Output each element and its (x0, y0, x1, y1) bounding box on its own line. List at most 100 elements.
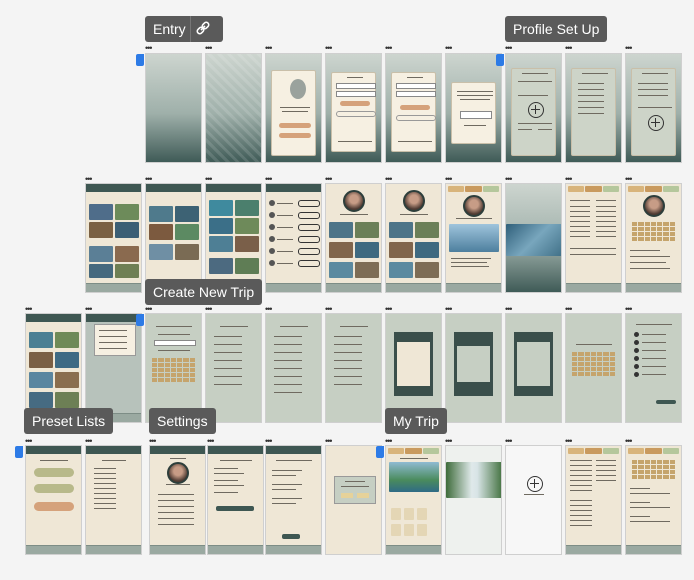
frame-trip-detail[interactable] (445, 183, 502, 293)
list-item[interactable] (570, 216, 590, 217)
more-dots-icon[interactable]: ••• (385, 44, 393, 53)
frame-explore[interactable] (25, 313, 82, 423)
frame-verify-code[interactable] (445, 53, 502, 163)
bottom-nav[interactable] (386, 545, 441, 554)
trip-thumbnail[interactable] (175, 206, 199, 222)
calendar-grid[interactable] (632, 222, 675, 241)
trip-tabs[interactable] (448, 186, 499, 192)
option-item[interactable] (274, 376, 302, 377)
option-item[interactable] (214, 344, 242, 345)
frame-publish-date[interactable] (565, 313, 622, 423)
list-item[interactable] (570, 500, 592, 501)
public-option[interactable] (518, 129, 532, 130)
list-item[interactable] (94, 468, 116, 469)
list-item[interactable] (570, 505, 592, 506)
follow-button[interactable] (298, 224, 320, 231)
more-dots-icon[interactable]: ••• (205, 305, 213, 314)
field-value[interactable] (272, 489, 296, 490)
list-item[interactable] (570, 475, 592, 476)
more-dots-icon[interactable]: ••• (565, 305, 573, 314)
preset-list-button[interactable] (34, 484, 74, 493)
option-item[interactable] (334, 384, 362, 385)
frame-home-feed[interactable] (85, 183, 142, 293)
list-item[interactable] (570, 525, 592, 526)
trip-thumbnail[interactable] (209, 258, 233, 274)
more-dots-icon[interactable]: ••• (25, 437, 33, 446)
settings-item[interactable] (158, 506, 194, 507)
option-item[interactable] (334, 336, 362, 337)
frame-preset-lists[interactable] (25, 445, 82, 555)
follow-button[interactable] (298, 200, 320, 207)
list-item[interactable] (94, 488, 116, 489)
frame-share-privacy[interactable] (625, 313, 682, 423)
list-item[interactable] (570, 211, 590, 212)
more-dots-icon[interactable]: ••• (385, 305, 393, 314)
frame-my-trip[interactable] (385, 445, 442, 555)
more-dots-icon[interactable]: ••• (265, 175, 273, 184)
frame-my-trip-list[interactable] (565, 445, 622, 555)
follow-button[interactable] (298, 260, 320, 267)
description-field[interactable] (397, 342, 430, 386)
list-item[interactable] (570, 480, 592, 481)
trip-thumbnail[interactable] (55, 352, 79, 368)
list-item[interactable] (94, 508, 116, 509)
list-item[interactable] (570, 470, 592, 471)
trip-thumbnail[interactable] (209, 200, 233, 216)
more-dots-icon[interactable]: ••• (325, 175, 333, 184)
age-option[interactable] (578, 107, 604, 108)
list-item[interactable] (94, 478, 116, 479)
login-button[interactable] (279, 123, 311, 128)
option-item[interactable] (334, 344, 362, 345)
more-dots-icon[interactable]: ••• (265, 437, 273, 446)
bottom-nav[interactable] (26, 545, 81, 554)
more-dots-icon[interactable]: ••• (149, 437, 157, 446)
frame-create-profile[interactable] (505, 53, 562, 163)
trip-tabs[interactable] (568, 186, 619, 192)
list-item[interactable] (596, 480, 616, 481)
preset-list-button[interactable] (34, 468, 74, 477)
list-item[interactable] (596, 460, 616, 461)
bottom-nav[interactable] (208, 545, 263, 554)
frame-trip-calendar[interactable] (625, 183, 682, 293)
settings-item[interactable] (158, 500, 194, 501)
trip-thumbnail[interactable] (355, 242, 379, 258)
calendar-grid[interactable] (152, 358, 195, 382)
radio-option[interactable] (634, 364, 639, 369)
trip-photo[interactable] (389, 462, 439, 492)
field-value[interactable] (214, 473, 244, 474)
more-dots-icon[interactable]: ••• (145, 44, 153, 53)
dropdown-option[interactable] (99, 342, 127, 343)
trip-thumbnail[interactable] (149, 206, 173, 222)
trip-thumbnail[interactable] (235, 236, 259, 252)
list-item[interactable] (596, 211, 616, 212)
trip-thumbnail[interactable] (355, 222, 379, 238)
password-field[interactable] (396, 91, 436, 97)
code-field[interactable] (460, 111, 492, 119)
more-dots-icon[interactable]: ••• (85, 175, 93, 184)
preference-option[interactable] (638, 89, 668, 90)
age-option[interactable] (578, 113, 604, 114)
more-dots-icon[interactable]: ••• (145, 175, 153, 184)
more-dots-icon[interactable]: ••• (565, 437, 573, 446)
signup-button[interactable] (279, 133, 311, 138)
age-option[interactable] (578, 83, 604, 84)
list-item[interactable] (596, 216, 616, 217)
frame-change-password[interactable] (265, 445, 322, 555)
frame-create-new-trip[interactable] (145, 313, 202, 423)
frame-my-trip-calendar[interactable] (625, 445, 682, 555)
frame-baggage[interactable] (325, 313, 382, 423)
section-label-settings[interactable]: Settings (149, 408, 216, 434)
bottom-nav[interactable] (86, 545, 141, 554)
section-label-profile-set-up[interactable]: Profile Set Up (505, 16, 608, 42)
trip-thumbnail[interactable] (209, 218, 233, 234)
more-dots-icon[interactable]: ••• (325, 44, 333, 53)
list-item[interactable] (570, 236, 590, 237)
trip-tabs[interactable] (568, 448, 619, 454)
list-item[interactable] (596, 236, 616, 237)
list-item[interactable] (94, 493, 116, 494)
settings-item[interactable] (158, 494, 194, 495)
frame-publish-time[interactable] (505, 313, 562, 423)
more-dots-icon[interactable]: ••• (205, 175, 213, 184)
bottom-nav[interactable] (446, 283, 501, 292)
list-item[interactable] (570, 226, 590, 227)
